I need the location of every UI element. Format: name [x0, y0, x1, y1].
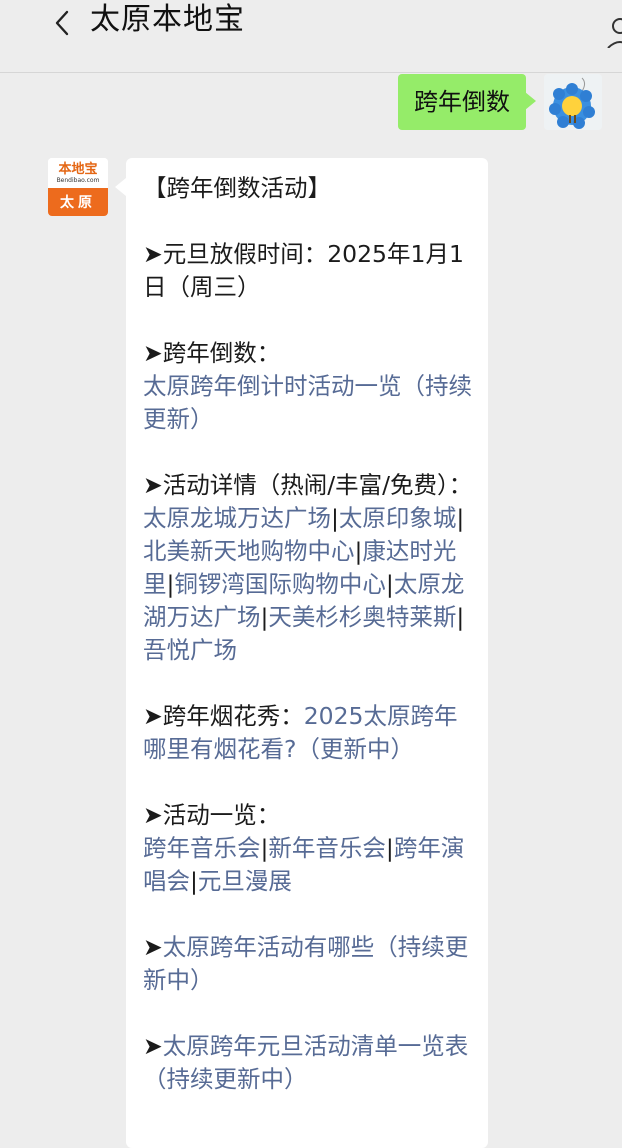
overview-link[interactable]: 新年音乐会 [268, 834, 386, 862]
back-button[interactable] [50, 6, 74, 40]
overview-link[interactable]: 跨年音乐会 [143, 834, 261, 862]
reply-message-bubble: 【跨年倒数活动】 ➤元旦放假时间：2025年1月1日（周三） ➤跨年倒数： 太原… [115, 158, 488, 1148]
chat-title: 太原本地宝 [90, 2, 245, 37]
sent-message-row: 跨年倒数 [398, 74, 602, 130]
sent-message-bubble[interactable]: 跨年倒数 [398, 74, 536, 130]
venue-link[interactable]: 铜锣湾国际购物中心 [174, 570, 386, 598]
list-section: ➤太原跨年元旦活动清单一览表（持续更新中） [143, 1030, 479, 1096]
venue-link[interactable]: 太原龙城万达广场 [143, 504, 331, 532]
activities-section: ➤太原跨年活动有哪些（持续更新中） [143, 931, 479, 997]
venue-link[interactable]: 北美新天地购物中心 [143, 537, 355, 565]
venue-link[interactable]: 太原印象城 [339, 504, 457, 532]
holiday-info: ➤元旦放假时间：2025年1月1日（周三） [143, 240, 464, 301]
fireworks-label: ➤跨年烟花秀： [143, 702, 304, 730]
activities-link[interactable]: 太原跨年活动有哪些（持续更新中） [143, 933, 468, 994]
countdown-label: ➤跨年倒数： [143, 339, 281, 367]
chevron-left-icon [55, 10, 69, 36]
logo-text: 本地宝 [58, 161, 98, 177]
countdown-link[interactable]: 太原跨年倒计时活动一览（持续更新） [143, 372, 472, 433]
logo-city: 太原 [48, 188, 108, 216]
countdown-section: ➤跨年倒数： 太原跨年倒计时活动一览（持续更新） [143, 337, 479, 436]
sender-avatar[interactable] [544, 74, 602, 130]
events-section: ➤活动详情（热闹/丰富/免费）： 太原龙城万达广场|太原印象城|北美新天地购物中… [143, 471, 473, 664]
flower-avatar-icon [544, 74, 602, 130]
bot-avatar[interactable]: 本地宝 Bendibao.com 太原 [48, 158, 108, 216]
arrow-marker: ➤ [143, 933, 163, 961]
venue-link[interactable]: 吾悦广场 [143, 636, 237, 664]
arrow-marker: ➤ [143, 1032, 163, 1060]
venue-link[interactable]: 天美杉杉奥特莱斯 [268, 603, 456, 631]
profile-button[interactable] [606, 8, 622, 49]
overview-label: ➤活动一览： [143, 801, 281, 829]
overview-link[interactable]: 元旦漫展 [198, 867, 292, 895]
reply-message-text: 【跨年倒数活动】 ➤元旦放假时间：2025年1月1日（周三） ➤跨年倒数： 太原… [143, 172, 479, 1096]
overview-section: ➤活动一览： 跨年音乐会|新年音乐会|跨年演唱会|元旦漫展 [143, 801, 465, 895]
top-bar: 太原本地宝 [0, 0, 622, 73]
reply-heading: 【跨年倒数活动】 [143, 174, 331, 202]
bendibao-logo: 本地宝 Bendibao.com [48, 158, 108, 188]
logo-subtext: Bendibao.com [56, 176, 100, 184]
fireworks-section: ➤跨年烟花秀：2025太原跨年哪里有烟花看?（更新中） [143, 700, 479, 766]
activity-list-link[interactable]: 太原跨年元旦活动清单一览表（持续更新中） [143, 1032, 468, 1093]
events-label: ➤活动详情（热闹/丰富/免费）： [143, 471, 473, 499]
person-icon [607, 18, 622, 49]
